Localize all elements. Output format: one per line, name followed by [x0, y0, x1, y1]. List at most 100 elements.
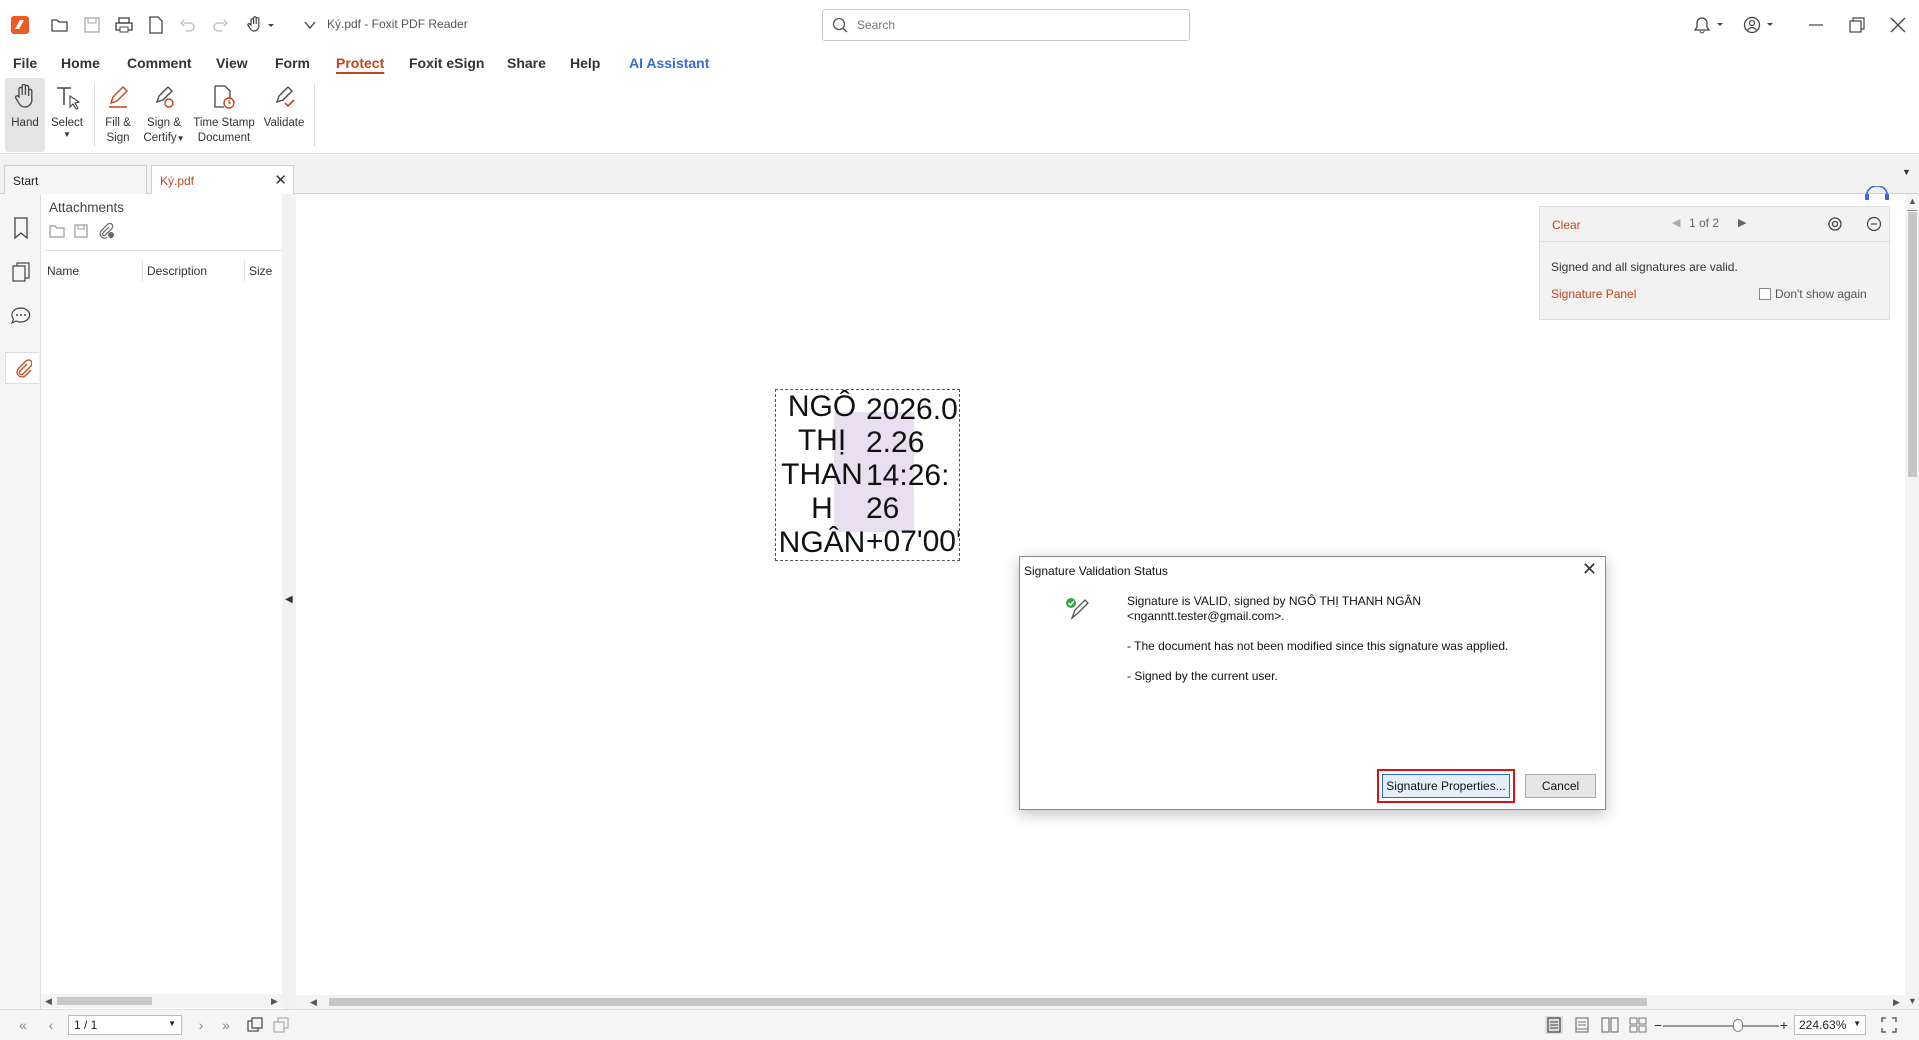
minimize-icon[interactable]: [1804, 13, 1828, 37]
page-number-field[interactable]: 1 / 1 ▼: [68, 1015, 182, 1035]
previous-page-icon[interactable]: ‹: [42, 1016, 60, 1034]
horizontal-scrollbar[interactable]: ◀ ▶: [296, 995, 1905, 1009]
status-bar: « ‹ 1 / 1 ▼ › » − + 224.63% ▼: [0, 1009, 1919, 1040]
signature-field[interactable]: NGÔ THỊ THAN H NGÂN 2026.0 2.26 14:26: 2…: [775, 389, 960, 561]
facing-view-icon[interactable]: [1601, 1016, 1619, 1034]
hand-label: Hand: [11, 117, 39, 129]
validity-line: Signature is VALID, signed by NGÔ THỊ TH…: [1127, 594, 1422, 608]
hand-button[interactable]: Hand: [5, 78, 45, 152]
collapse-notification-icon[interactable]: [1866, 216, 1882, 232]
notification-divider: [1540, 241, 1891, 242]
ribbon-divider: [314, 84, 315, 146]
search-input[interactable]: [857, 16, 1177, 34]
fullscreen-icon[interactable]: [1880, 1016, 1898, 1034]
support-headset-icon[interactable]: [1864, 186, 1890, 200]
menu-ai-assistant[interactable]: AI Assistant: [629, 55, 709, 71]
previous-notification-icon[interactable]: ◀: [1672, 216, 1680, 229]
account-icon[interactable]: [1741, 13, 1779, 37]
panel-collapse-bar[interactable]: ◀: [282, 194, 296, 1009]
next-view-icon[interactable]: [272, 1016, 290, 1034]
close-window-icon[interactable]: [1886, 13, 1910, 37]
scroll-right-icon[interactable]: ▶: [1893, 997, 1900, 1008]
ribbon-toolbar: Hand Select ▼ Fill & Sign Sign & Certify…: [0, 76, 1919, 154]
vertical-scrollbar-thumb[interactable]: [1908, 212, 1917, 477]
redo-icon[interactable]: [208, 13, 232, 37]
collapse-panel-icon[interactable]: ◀: [285, 594, 293, 605]
menu-protect[interactable]: Protect: [336, 55, 384, 71]
open-folder-icon[interactable]: [48, 13, 72, 37]
search-box[interactable]: [822, 9, 1190, 41]
previous-view-icon[interactable]: [246, 1016, 264, 1034]
next-page-icon[interactable]: ›: [192, 1016, 210, 1034]
bookmark-icon[interactable]: [9, 216, 33, 240]
horizontal-scrollbar-thumb[interactable]: [329, 998, 1647, 1006]
validate-button[interactable]: Validate: [262, 78, 306, 152]
menu-foxit-esign[interactable]: Foxit eSign: [409, 55, 484, 71]
close-tab-icon[interactable]: ✕: [274, 171, 287, 189]
hand-tool-dropdown-icon[interactable]: [244, 13, 278, 37]
create-pdf-icon[interactable]: [144, 13, 168, 37]
undo-icon[interactable]: [176, 13, 200, 37]
open-attachment-icon[interactable]: [49, 224, 65, 238]
notifications-bell-icon[interactable]: [1691, 13, 1729, 37]
save-attachment-icon[interactable]: [74, 224, 88, 238]
zoom-dropdown-icon[interactable]: ▼: [1853, 1019, 1861, 1028]
clear-link[interactable]: Clear: [1552, 218, 1581, 232]
menu-share[interactable]: Share: [507, 55, 546, 71]
fill-sign-pen-icon: [106, 78, 130, 116]
single-page-view-icon[interactable]: [1545, 1016, 1563, 1034]
print-icon[interactable]: [112, 13, 136, 37]
signature-properties-button[interactable]: Signature Properties...: [1377, 769, 1515, 803]
dont-show-again[interactable]: Don't show again: [1759, 287, 1867, 301]
notification-pager: 1 of 2: [1689, 216, 1720, 230]
fill-sign-button[interactable]: Fill & Sign: [100, 78, 136, 152]
scrollbar-thumb[interactable]: [57, 997, 152, 1005]
scroll-down-icon[interactable]: ▼: [1908, 996, 1917, 1006]
column-size[interactable]: Size: [249, 260, 285, 282]
zoom-level-field[interactable]: 224.63% ▼: [1794, 1015, 1866, 1035]
menu-home[interactable]: Home: [61, 55, 100, 71]
zoom-slider-track[interactable]: [1663, 1025, 1779, 1027]
vertical-scrollbar[interactable]: ▲ ▼: [1905, 194, 1919, 1009]
cancel-button[interactable]: Cancel: [1525, 774, 1596, 798]
restore-icon[interactable]: [1845, 13, 1869, 37]
save-icon[interactable]: [80, 13, 104, 37]
select-button[interactable]: Select ▼: [48, 78, 86, 152]
menu-view[interactable]: View: [216, 55, 248, 71]
column-description[interactable]: Description: [147, 260, 245, 282]
time-stamp-button[interactable]: Time Stamp Document: [192, 78, 256, 152]
dont-show-again-checkbox[interactable]: [1759, 288, 1771, 300]
scroll-up-icon[interactable]: ▲: [1908, 196, 1917, 206]
dialog-close-icon[interactable]: ✕: [1582, 559, 1597, 580]
zoom-slider-thumb[interactable]: [1733, 1019, 1743, 1032]
page-dropdown-icon[interactable]: ▼: [168, 1019, 176, 1028]
signature-panel-link[interactable]: Signature Panel: [1551, 287, 1636, 301]
column-name[interactable]: Name: [47, 260, 143, 282]
zoom-in-icon[interactable]: +: [1775, 1016, 1793, 1034]
panel-horizontal-scrollbar[interactable]: ◀ ▶: [41, 994, 283, 1008]
menu-form[interactable]: Form: [275, 55, 310, 71]
scroll-right-icon[interactable]: ▶: [271, 996, 278, 1007]
first-page-icon[interactable]: «: [14, 1016, 32, 1034]
settings-icon[interactable]: [1827, 216, 1843, 232]
add-attachment-icon[interactable]: [99, 223, 115, 239]
menu-help[interactable]: Help: [570, 55, 600, 71]
menu-comment[interactable]: Comment: [127, 55, 192, 71]
menu-file[interactable]: File: [13, 55, 37, 71]
last-page-icon[interactable]: »: [217, 1016, 235, 1034]
quick-access-dropdown-icon[interactable]: [298, 13, 322, 37]
continuous-view-icon[interactable]: [1573, 1016, 1591, 1034]
pages-icon[interactable]: [9, 260, 33, 284]
dont-show-again-label: Don't show again: [1775, 287, 1867, 301]
modification-status: - The document has not been modified sin…: [1127, 639, 1509, 653]
tab-ky-pdf[interactable]: Ký.pdf ✕: [151, 165, 294, 194]
continuous-facing-view-icon[interactable]: [1629, 1016, 1647, 1034]
sign-certify-button[interactable]: Sign & Certify▼: [140, 78, 188, 152]
comments-icon[interactable]: [9, 304, 33, 328]
tab-list-dropdown-icon[interactable]: ▼: [1902, 167, 1911, 177]
scroll-left-icon[interactable]: ◀: [310, 997, 317, 1008]
scroll-left-icon[interactable]: ◀: [45, 996, 52, 1007]
next-notification-icon[interactable]: ▶: [1738, 216, 1746, 229]
attachments-icon[interactable]: [5, 352, 39, 384]
tab-start[interactable]: Start: [4, 165, 147, 194]
